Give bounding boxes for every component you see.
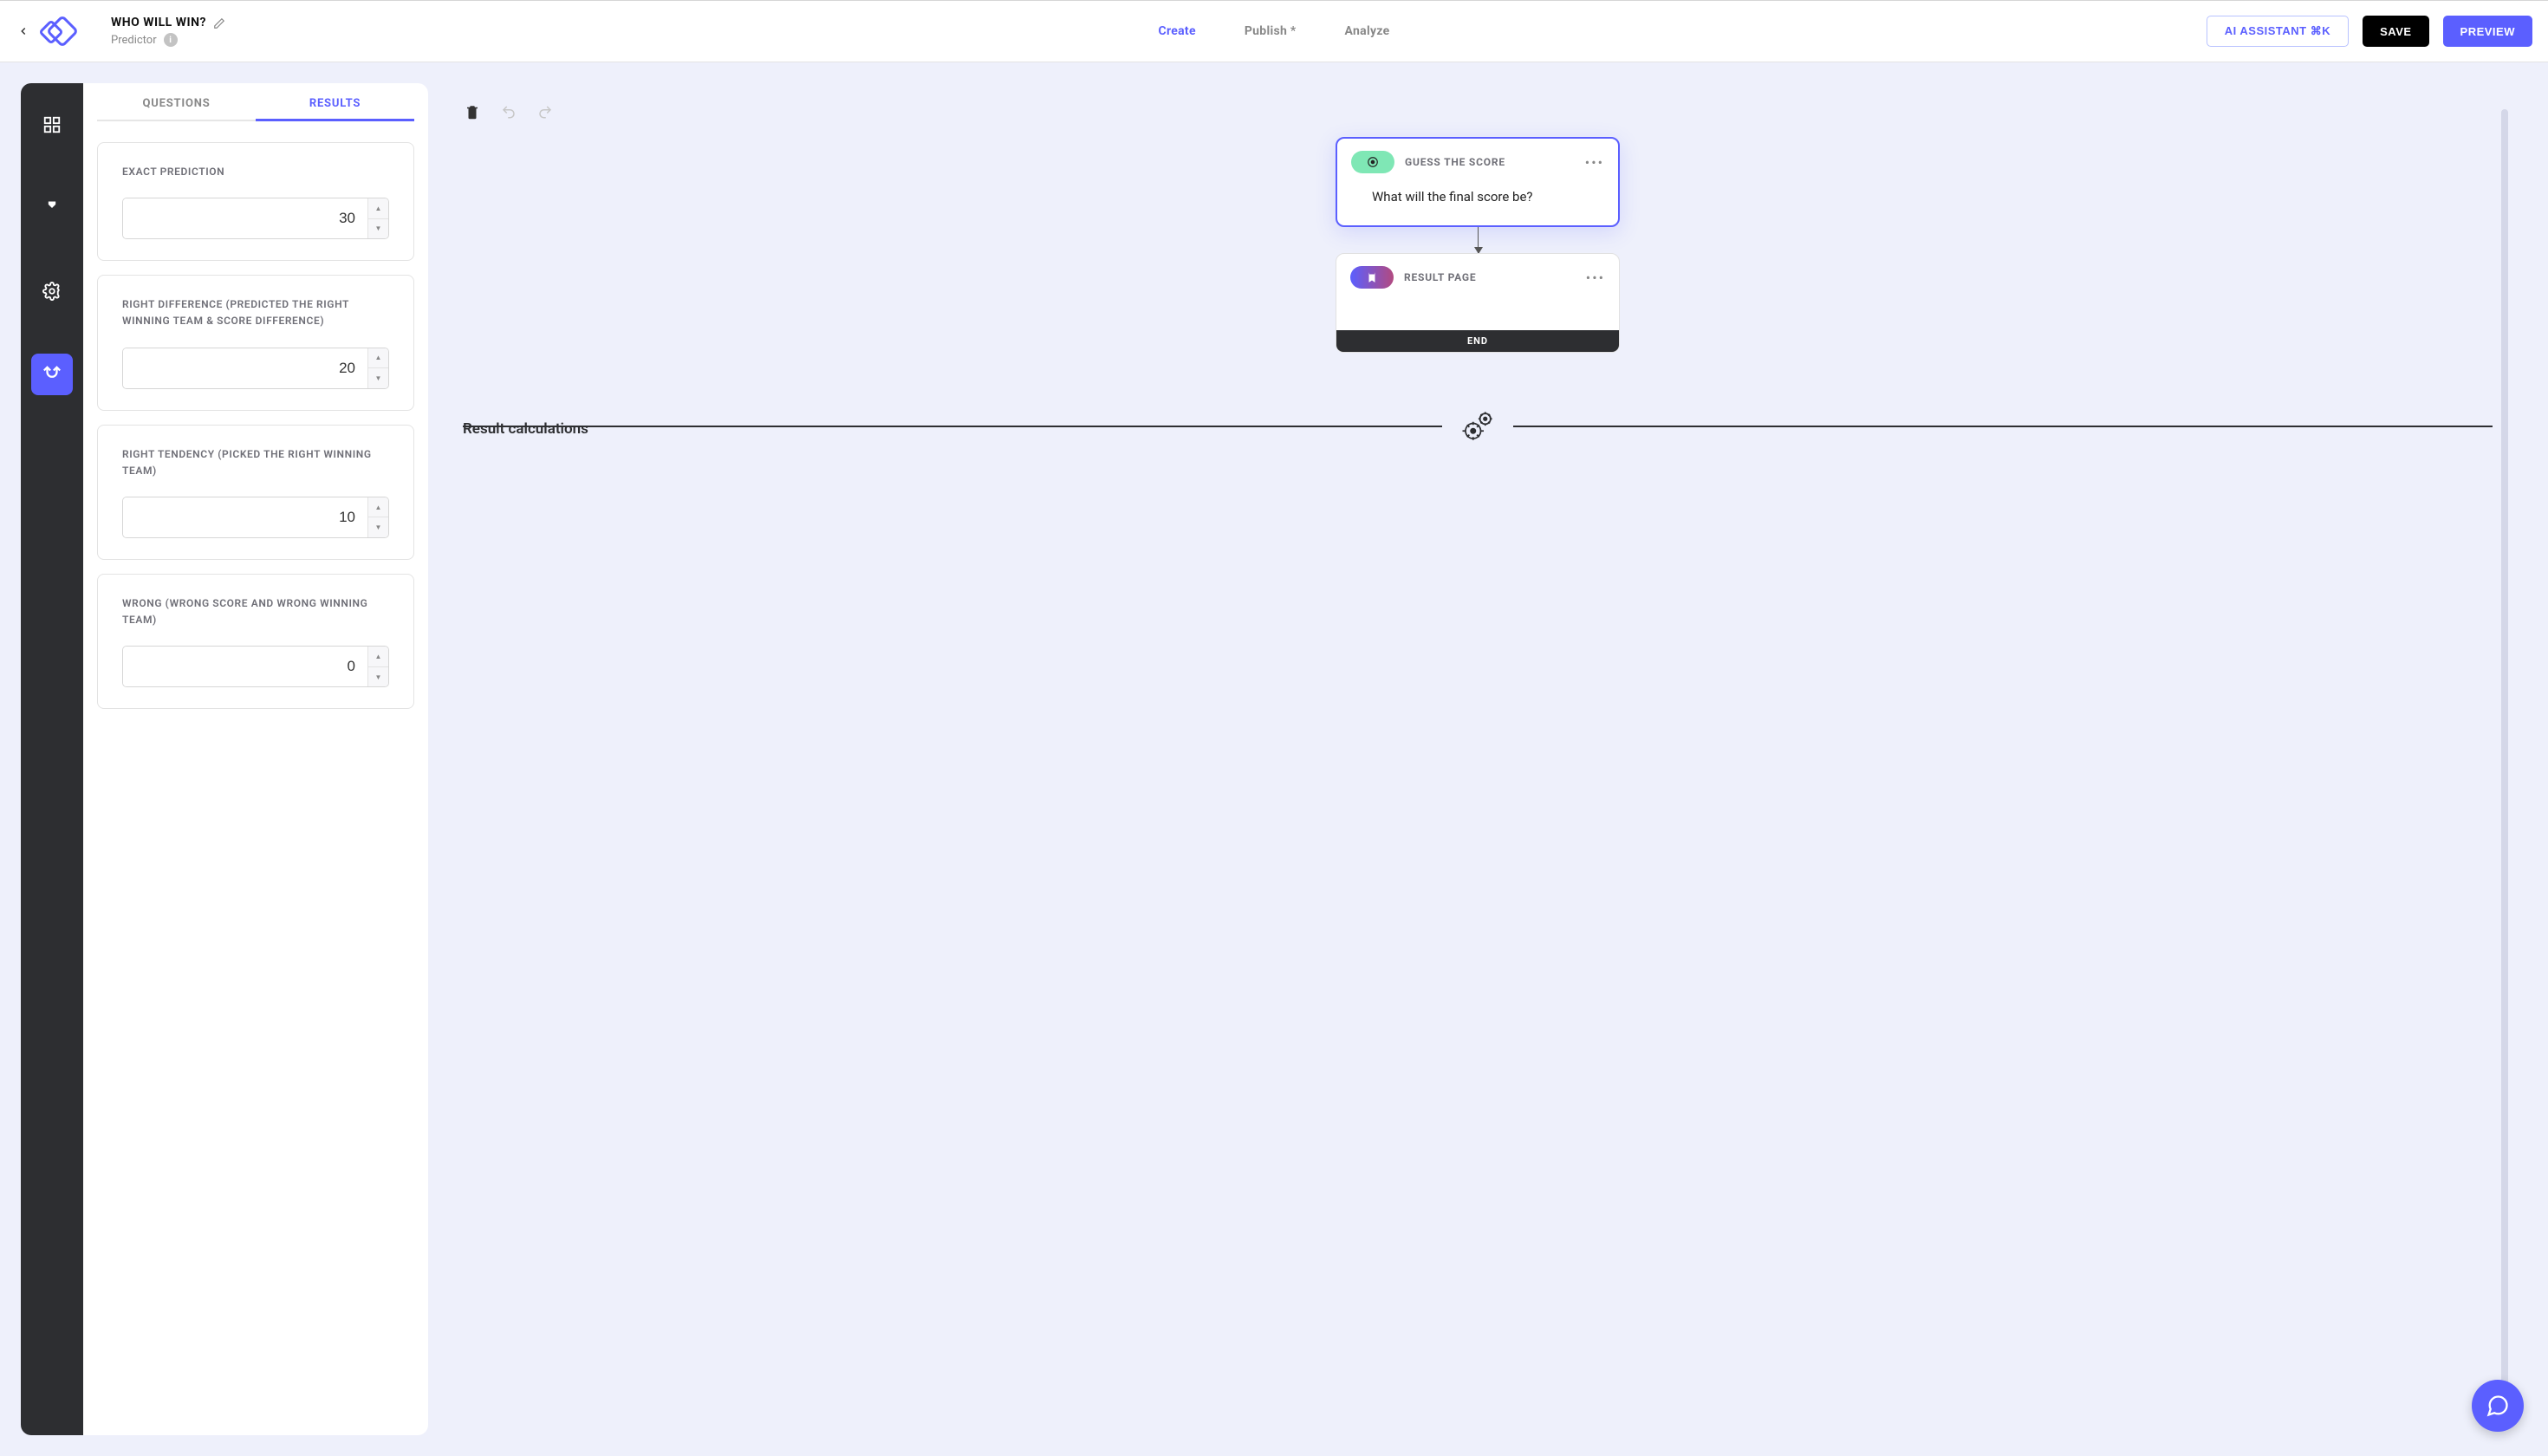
stepper-up[interactable]: ▲ <box>368 348 388 369</box>
preview-button[interactable]: PREVIEW <box>2443 16 2532 47</box>
save-button[interactable]: SAVE <box>2363 16 2428 47</box>
nav-tab-analyze[interactable]: Analyze <box>1345 24 1390 38</box>
top-bar: WHO WILL WIN? Predictor i Create Publish… <box>0 0 2548 62</box>
score-label: RIGHT TENDENCY (PICKED THE RIGHT WINNING… <box>122 446 389 479</box>
side-tab-questions[interactable]: QUESTIONS <box>97 83 256 121</box>
score-card: RIGHT DIFFERENCE (PREDICTED THE RIGHT WI… <box>97 275 414 410</box>
stepper-down[interactable]: ▼ <box>368 368 388 388</box>
score-list[interactable]: EXACT PREDICTION ▲ ▼ RIGHT DIFFERENCE (P… <box>83 121 428 1435</box>
page-subtitle: Predictor <box>111 34 157 47</box>
rail-logic-icon[interactable] <box>31 354 73 395</box>
flow-area: GUESS THE SCORE ••• What will the final … <box>459 130 2496 353</box>
score-label: EXACT PREDICTION <box>122 164 389 180</box>
node-more-icon[interactable]: ••• <box>1585 154 1604 171</box>
score-label: WRONG (WRONG SCORE AND WRONG WINNING TEA… <box>122 595 389 628</box>
stepper-up[interactable]: ▲ <box>368 647 388 667</box>
calc-divider <box>459 408 2496 445</box>
nav-tab-publish[interactable]: Publish * <box>1245 24 1297 38</box>
rail-layout-icon[interactable] <box>31 104 73 146</box>
nav-tabs: Create Publish * Analyze <box>1159 24 1390 38</box>
nav-tab-create[interactable]: Create <box>1159 24 1196 38</box>
node-more-icon[interactable]: ••• <box>1586 270 1605 286</box>
node-type-icon <box>1351 151 1394 173</box>
score-input-exact[interactable] <box>123 198 367 238</box>
logo[interactable] <box>38 12 87 50</box>
stepper-down[interactable]: ▼ <box>368 517 388 537</box>
workspace: QUESTIONS RESULTS EXACT PREDICTION ▲ ▼ R… <box>0 62 2548 1456</box>
gears-icon <box>1459 408 1496 445</box>
node-title: RESULT PAGE <box>1404 271 1476 283</box>
info-icon[interactable]: i <box>164 33 178 47</box>
canvas: GUESS THE SCORE ••• What will the final … <box>428 83 2527 1435</box>
canvas-scrollbar[interactable] <box>2501 109 2508 1409</box>
stepper-down[interactable]: ▼ <box>368 667 388 687</box>
node-type-icon <box>1350 266 1394 289</box>
title-block: WHO WILL WIN? Predictor i <box>111 16 225 47</box>
node-result-page[interactable]: RESULT PAGE ••• END <box>1336 253 1620 353</box>
node-guess-score[interactable]: GUESS THE SCORE ••• What will the final … <box>1336 137 1620 227</box>
divider-line <box>1513 426 2493 427</box>
score-input-difference[interactable] <box>123 348 367 388</box>
node-body: What will the final score be? <box>1351 173 1604 213</box>
delete-icon[interactable] <box>465 104 480 120</box>
chat-button[interactable] <box>2472 1380 2524 1432</box>
back-button[interactable] <box>16 23 31 39</box>
score-input-wrong[interactable] <box>123 647 367 686</box>
rail-settings-icon[interactable] <box>31 270 73 312</box>
node-title: GUESS THE SCORE <box>1405 156 1505 168</box>
undo-icon[interactable] <box>501 104 517 120</box>
flow-connector <box>1478 227 1479 253</box>
side-tab-results[interactable]: RESULTS <box>256 83 414 121</box>
score-input-tendency[interactable] <box>123 497 367 537</box>
page-title: WHO WILL WIN? <box>111 16 206 29</box>
left-rail <box>21 83 83 1435</box>
end-label: END <box>1336 330 1619 352</box>
stepper-up[interactable]: ▲ <box>368 198 388 219</box>
side-panel: QUESTIONS RESULTS EXACT PREDICTION ▲ ▼ R… <box>83 83 428 1435</box>
stepper-up[interactable]: ▲ <box>368 497 388 518</box>
redo-icon[interactable] <box>537 104 553 120</box>
score-card: EXACT PREDICTION ▲ ▼ <box>97 142 414 261</box>
divider-line <box>463 426 1442 427</box>
score-card: WRONG (WRONG SCORE AND WRONG WINNING TEA… <box>97 574 414 709</box>
stepper-down[interactable]: ▼ <box>368 219 388 239</box>
score-card: RIGHT TENDENCY (PICKED THE RIGHT WINNING… <box>97 425 414 560</box>
edit-title-icon[interactable] <box>213 16 225 29</box>
ai-assistant-button[interactable]: AI ASSISTANT ⌘K <box>2207 16 2349 47</box>
rail-design-icon[interactable] <box>31 187 73 229</box>
canvas-toolbar <box>459 104 2496 120</box>
score-label: RIGHT DIFFERENCE (PREDICTED THE RIGHT WI… <box>122 296 389 329</box>
